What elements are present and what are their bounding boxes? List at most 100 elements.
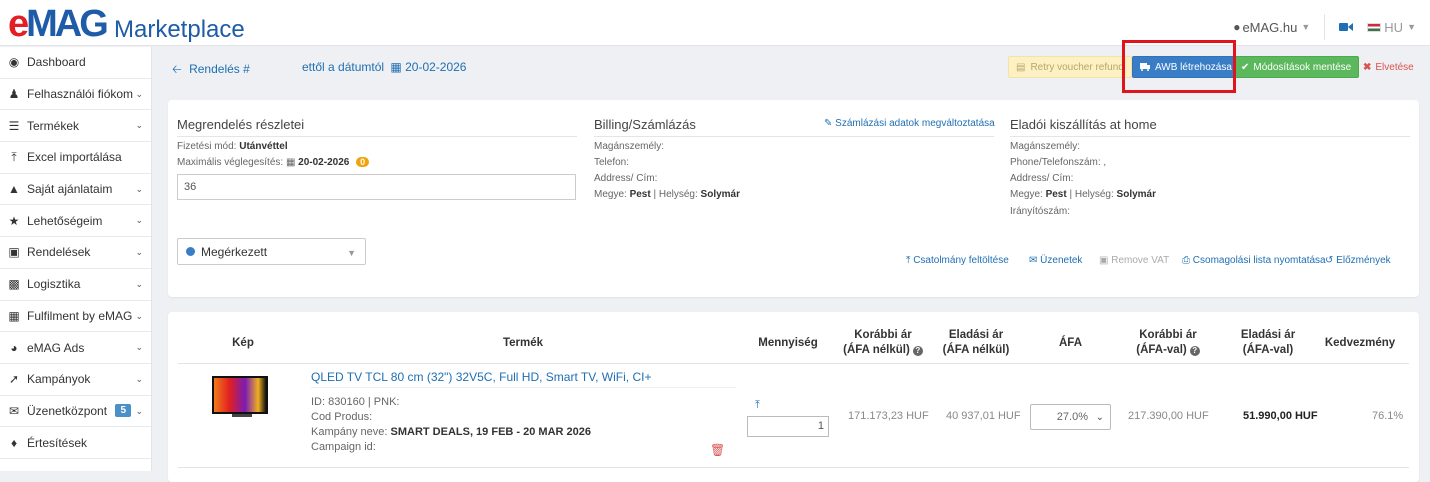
upload-attachment-link[interactable]: ⤒ Csatolmány feltöltése [906,255,1009,266]
column-header-prev-price-net: Korábbi ár (ÁFA nélkül)? [833,328,933,358]
campaign-value: SMART DEALS, 19 FEB - 20 MAR 2026 [390,426,592,438]
sidebar-item[interactable]: ♦ Értesítések [0,427,151,459]
sidebar-item-label: eMAG Ads [27,340,85,355]
trash-icon[interactable]: 🗑 [710,443,725,457]
campaign-label: Kampány neve: [311,426,388,438]
header-line-2: (ÁFA nélkül) [942,344,1010,356]
chevron-down-icon: ⌄ [135,342,143,353]
boxes-icon: ▦ [8,308,20,323]
upload-icon: ⤒ [906,255,911,266]
history-link[interactable]: ↺ Előzmények [1325,255,1391,266]
save-changes-button[interactable]: ✔ Módosítások mentése [1233,56,1360,78]
back-to-order-link[interactable]: 🡠 Rendelés # [172,60,250,81]
sidebar-item[interactable]: ▲ Saját ajánlataim ⌄ [0,174,151,206]
site-selector-label: eMAG.hu [1242,19,1298,35]
divider [178,363,1409,364]
vat-select[interactable]: 27.0% ⌄ [1030,404,1111,430]
order-note-input[interactable] [177,174,576,200]
column-header-quantity: Mennyiség [758,337,818,349]
history-label: Előzmények [1336,255,1391,266]
column-header-image: Kép [232,337,254,349]
column-header-vat: ÁFA [1059,337,1082,349]
header-line-1: Korábbi ár [854,329,912,341]
sidebar-item[interactable]: ♟ Felhasználói fiókom ⌄ [0,79,151,111]
delivery-county-label: Megye: [1010,189,1043,200]
billing-region: Megye: Pest | Helység: Solymár [594,189,741,200]
unread-count-badge: 5 [115,403,131,417]
help-icon[interactable]: ? [912,346,923,356]
print-icon: ⎙ [1182,255,1190,266]
chevron-down-icon: ▼ [1407,22,1416,32]
video-button[interactable] [1339,22,1354,32]
sale-price-net-value: 40 937,01 HUF [946,410,1021,422]
sidebar-item[interactable]: ▣ Rendelések ⌄ [0,237,151,269]
date-filter-link[interactable]: ettől a dátumtól ▦ 20-02-2026 [302,60,466,74]
sidebar-item[interactable]: ☰ Termékek ⌄ [0,110,151,143]
payment-method: Fizetési mód: Utánvéttel [177,141,288,152]
sidebar-item[interactable]: ▦ Fulfilment by eMAG ⌄ [0,301,151,333]
sidebar-item[interactable]: ◉ Dashboard [0,47,151,79]
vat-value: 27.0% [1056,411,1088,423]
column-header-sale-price-gross: Eladási ár (ÁFA-val) [1223,328,1313,358]
messages-link[interactable]: ✉ Üzenetek [1029,255,1082,266]
column-header-sale-price-net: Eladási ár (ÁFA nélkül) [931,328,1021,358]
discount-value: 76.1% [1372,410,1404,422]
product-name-link[interactable]: QLED TV TCL 80 cm (32") 32V5C, Full HD, … [311,370,651,384]
messages-label: Üzenetek [1040,255,1083,266]
prev-price-net-value: 171.173,23 HUF [848,410,929,422]
billing-person: Magánszemély: [594,141,665,152]
sidebar-item-label: Termékek [27,118,80,133]
print-packing-list-link[interactable]: ⎙ Csomagolási lista nyomtatása [1182,255,1326,266]
header-line-1: Eladási ár [1240,329,1296,341]
chevron-down-icon: ⌄ [135,310,143,321]
sidebar-item-label: Értesítések [27,435,88,450]
upload-icon[interactable]: ⤒ [755,399,760,412]
reject-order-button[interactable]: ✖ Elvetése [1356,56,1421,78]
chevron-down-icon: ⌄ [135,88,143,99]
sidebar-item[interactable]: ▩ Logisztika ⌄ [0,269,151,301]
retry-voucher-refund-button[interactable]: ▤ Retry voucher refund [1008,56,1132,78]
sidebar-item[interactable]: ◕ eMAG Ads ⌄ [0,332,151,364]
product-id-line: ID: 830160 | PNK: [311,396,400,408]
quantity-input[interactable]: 1 [747,416,829,437]
site-selector[interactable]: ● eMAG.hu ▼ [1233,20,1310,35]
calendar-icon: ▦ [390,60,402,74]
print-packing-list-label: Csomagolási lista nyomtatása [1192,255,1326,266]
bell-icon: ♦ [10,435,18,450]
chevron-down-icon: ⌄ [135,215,143,226]
divider [1010,136,1410,137]
divider [311,387,736,388]
logo-emag-text: eMAG [8,3,109,45]
delivery-title: Eladói kiszállítás at home [1010,117,1157,132]
language-selector[interactable]: HU ▼ [1367,20,1416,35]
sidebar-item[interactable]: ⤒ Excel importálása [0,142,151,174]
edit-billing-link[interactable]: ✎ Számlázási adatok megváltoztatása [824,118,995,129]
chevron-down-icon: ⌄ [135,183,143,194]
header-line-2: (ÁFA nélkül)? [833,343,933,358]
delivery-city-label: Helység: [1074,189,1114,200]
divider [177,136,577,137]
header-line-1: Eladási ár [948,329,1004,341]
sidebar-item-label: Felhasználói fiókom [27,87,134,102]
chevron-down-icon: ▼ [1301,22,1311,32]
tv-screen-image [214,378,266,412]
sidebar-item-label: Excel importálása [27,150,122,165]
sidebar-item[interactable]: ★ Lehetőségeim ⌄ [0,205,151,238]
awb-button-highlight [1122,40,1236,93]
help-icon[interactable]: ? [1189,346,1200,356]
payment-method-value: Utánvéttel [239,141,288,152]
header-line-2: (ÁFA-val) [1242,344,1294,356]
product-campaign-line: Kampány neve: SMART DEALS, 19 FEB - 20 M… [311,426,591,438]
billing-county-value: Pest [629,189,651,200]
remove-vat-link[interactable]: ▣ Remove VAT [1099,255,1169,266]
upload-attachment-label: Csatolmány feltöltése [913,255,1009,266]
sidebar-item[interactable]: ➚ Kampányok ⌄ [0,364,151,396]
sidebar-item[interactable]: ✉ Üzenetközpont 5 ⌄ [0,396,151,428]
product-image[interactable] [212,376,268,414]
logo-marketplace-text: Marketplace [114,16,245,43]
sidebar-item-label: Dashboard [27,55,86,70]
order-action-bar: 🡠 Rendelés # ettől a dátumtól ▦ 20-02-20… [152,47,1430,87]
order-details-title: Megrendelés részletei [177,117,305,132]
payment-method-label: Fizetési mód: [177,141,237,152]
product-code-line: Cod Produs: [311,411,373,423]
